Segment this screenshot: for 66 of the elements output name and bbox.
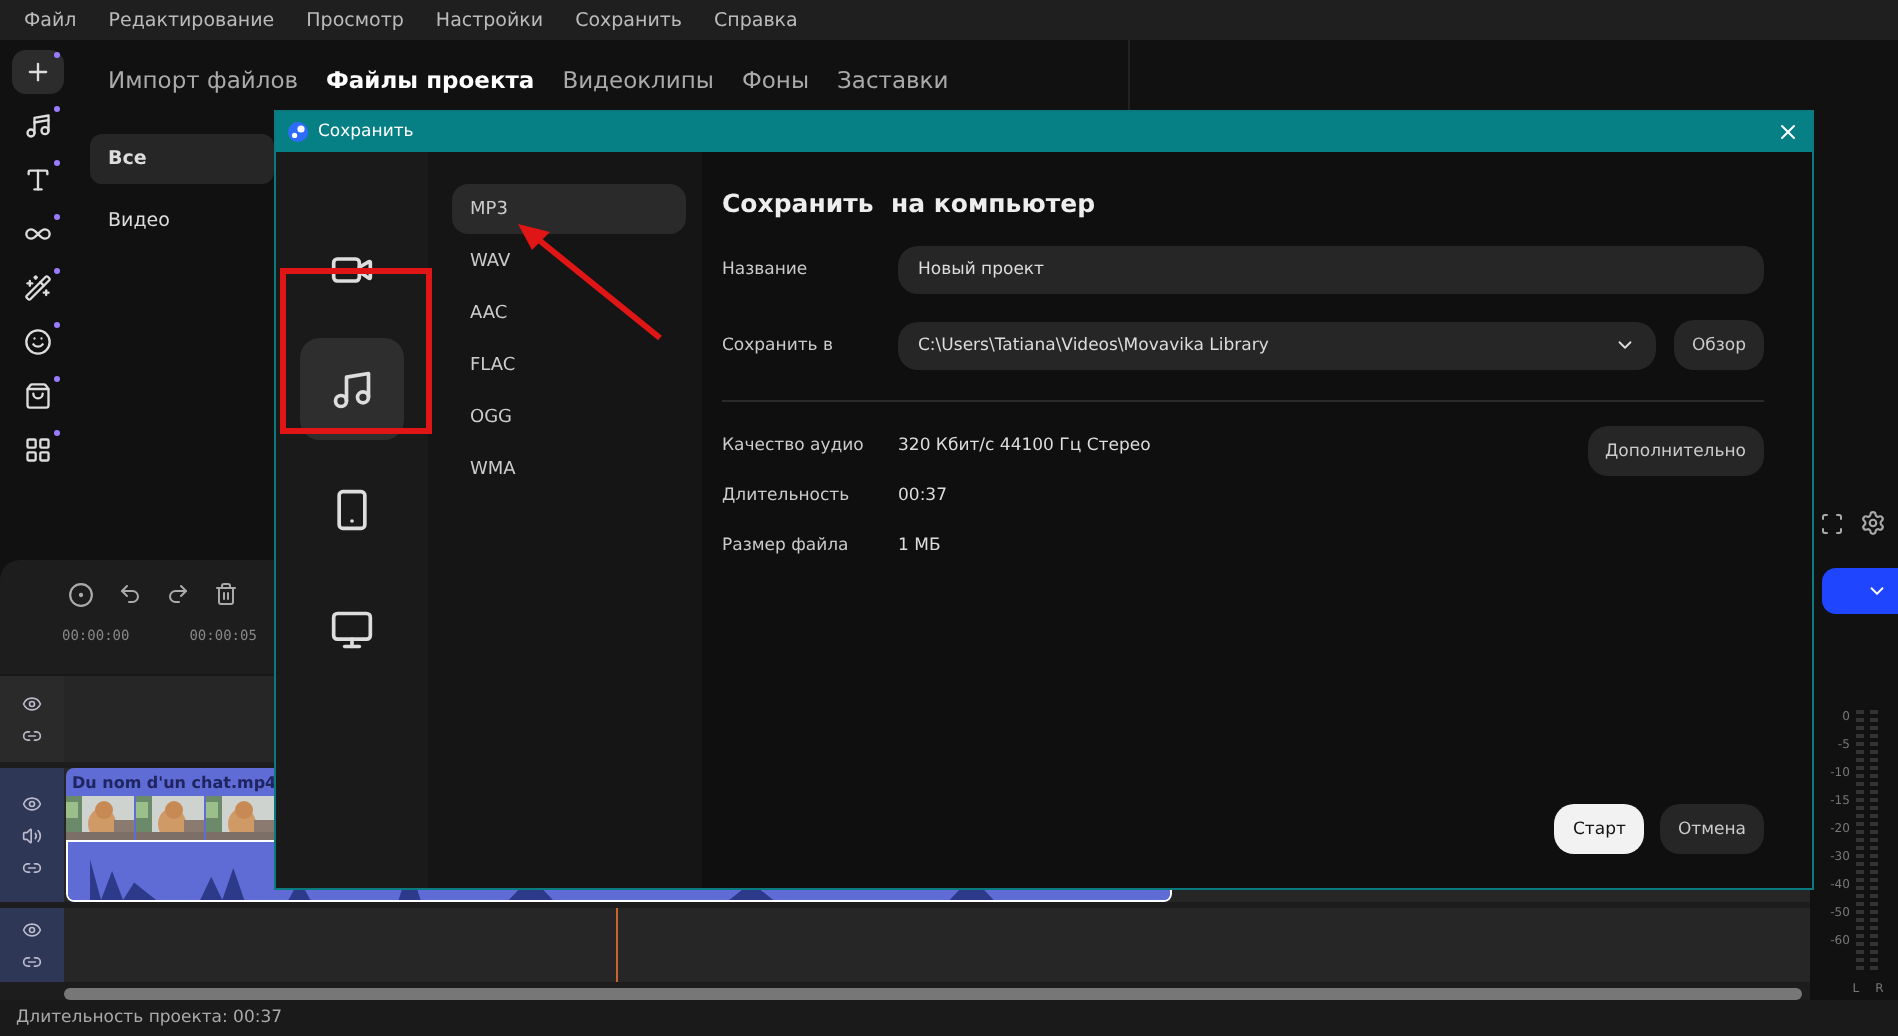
link-icon[interactable] [22,951,42,971]
status-text: Длительность проекта: 00:37 [16,1008,283,1028]
start-button[interactable]: Старт [1554,804,1644,854]
menu-item[interactable]: Файл [8,9,93,31]
info-label: Длительность [722,486,852,506]
more-icon [24,436,52,464]
store-icon [24,382,52,410]
add-tool-button[interactable] [12,50,64,94]
audio-category-button[interactable] [300,338,404,440]
music-icon [24,112,52,140]
effects-icon [24,274,52,302]
volume-icon[interactable] [22,825,42,845]
clip-title: Du nom d'un chat.mp4 [70,772,279,796]
advanced-button[interactable]: Дополнительно [1587,426,1764,476]
category-item[interactable]: Видео [90,196,274,246]
menu-item[interactable]: Редактирование [92,9,291,31]
stickers-icon [24,328,52,356]
close-button[interactable] [1776,120,1800,144]
format-item[interactable]: MP3 [452,184,686,234]
dialog-title: Сохранить [318,122,416,142]
scrollbar[interactable] [64,988,1802,1000]
category-item[interactable]: Все [90,134,274,184]
menu-item[interactable]: Настройки [419,9,560,31]
eye-icon[interactable] [22,693,42,713]
info-value: 00:37 [898,486,947,506]
info-value: 1 МБ [898,536,941,556]
tab[interactable]: Фоны [741,62,810,98]
text-icon [24,166,52,194]
link-icon[interactable] [22,857,42,877]
field-label: Сохранить в [722,335,836,355]
menu-item[interactable]: Сохранить [559,9,699,31]
format-item[interactable]: OGG [452,392,686,442]
info-label: Размер файла [722,536,851,556]
format-item[interactable]: FLAC [452,340,686,390]
format-item[interactable]: AAC [452,288,686,338]
audio-icon [330,367,374,411]
tab[interactable]: Заставки [837,62,949,98]
trash-icon[interactable] [214,582,238,606]
info-value: 320 Кбит/с 44100 Гц Стерео [898,436,1151,456]
format-item[interactable]: WAV [452,236,686,286]
fullscreen-icon[interactable] [1820,511,1844,535]
folder-dropdown[interactable]: C:\Users\Tatiana\Videos\Movavika Library [898,321,1656,369]
eye-icon[interactable] [22,793,42,813]
menu-item[interactable]: Справка [698,9,814,31]
browse-button[interactable]: Обзор [1673,320,1764,370]
name-field[interactable]: Новый проект [898,246,1764,294]
redo-icon[interactable] [166,582,190,606]
tv-icon [330,607,374,651]
cancel-button[interactable]: Отмена [1659,804,1764,854]
app-logo-icon [288,122,308,142]
tab[interactable]: Видеоклипы [562,62,714,98]
add-icon [24,58,52,86]
dialog-heading: Сохранить на компьютер [722,188,1098,218]
tab[interactable]: Файлы проекта [326,62,535,98]
menu-item[interactable]: Просмотр [290,9,420,31]
undo-icon[interactable] [118,582,142,606]
export-button[interactable] [1822,568,1898,614]
info-label: Качество аудио [722,436,866,456]
settings-icon[interactable] [1860,510,1886,536]
link-icon[interactable] [22,725,42,745]
field-label: Название [722,260,810,280]
record-icon[interactable] [68,581,94,607]
close-icon [1776,120,1800,144]
tab[interactable]: Импорт файлов [108,62,299,98]
format-item[interactable]: WMA [452,444,686,494]
eye-icon[interactable] [22,919,42,939]
